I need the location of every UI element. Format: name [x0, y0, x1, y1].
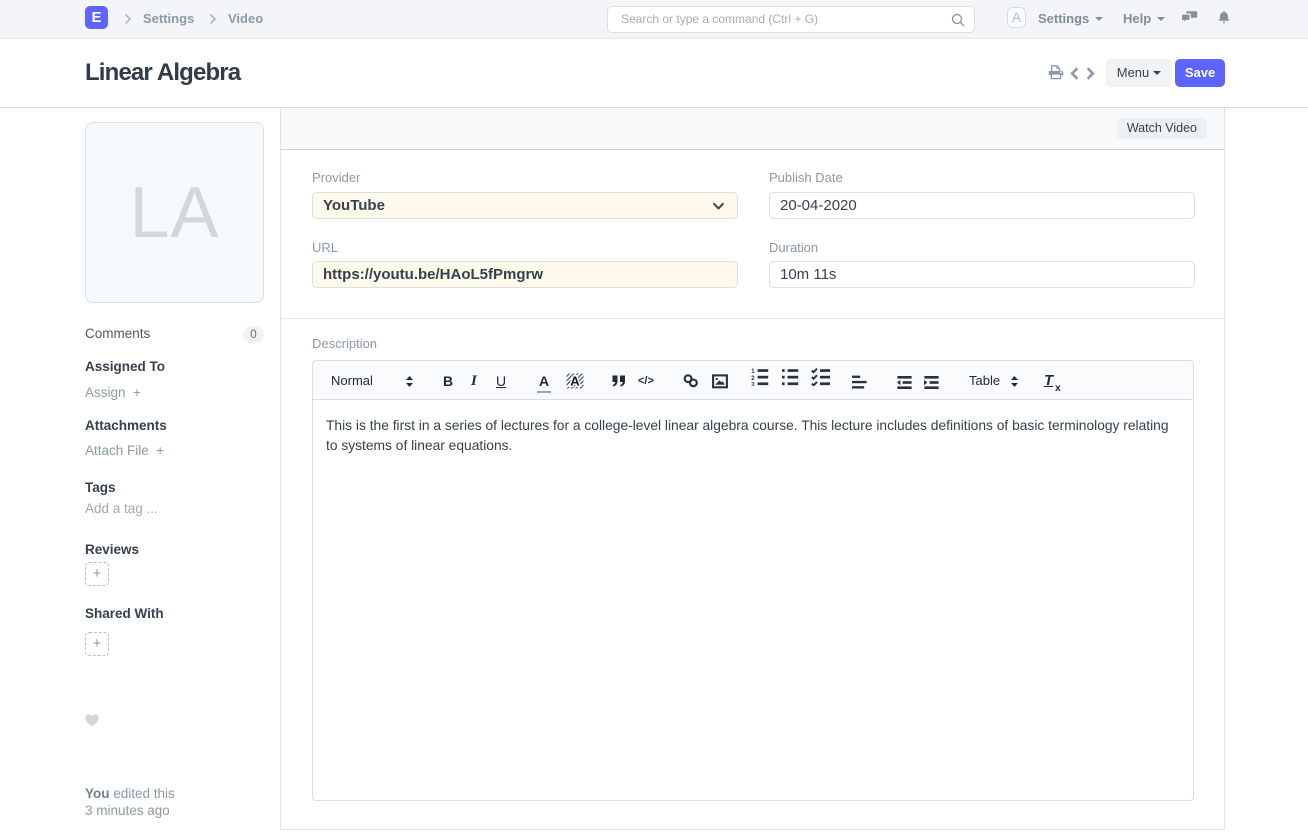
svg-text:A: A: [570, 374, 580, 389]
svg-text:1: 1: [751, 369, 755, 375]
svg-text:3: 3: [751, 382, 755, 386]
svg-text:2: 2: [751, 376, 755, 382]
